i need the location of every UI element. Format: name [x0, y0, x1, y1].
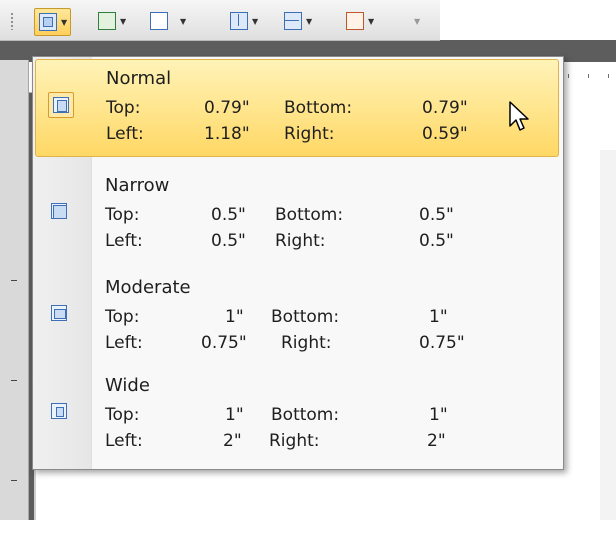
left-value: 0.5": [211, 231, 246, 251]
margin-preset-icon: [51, 305, 67, 321]
margin-preset-title: Narrow: [105, 175, 170, 196]
bottom-label: Bottom:: [271, 405, 340, 425]
page-margins-icon: [39, 13, 57, 31]
screenshot-scene: ▼ ▼ ▼ ▼ ▼ ▼ ▼ Normal Top: 0.79" Bottom: …: [0, 0, 616, 533]
margin-preset-icon-frame: [47, 301, 73, 327]
page-edge: [600, 150, 616, 530]
margin-preset-icon: [53, 97, 69, 113]
right-value: 0.5": [419, 231, 454, 251]
top-label: Top:: [105, 405, 140, 425]
left-label: Left:: [106, 124, 144, 144]
bottom-label: Bottom:: [284, 98, 353, 118]
breaks-button[interactable]: ▼: [280, 8, 315, 34]
ruler-tick: [11, 280, 17, 281]
bottom-value: 1": [429, 307, 448, 327]
bottom-value: 1": [429, 405, 448, 425]
top-value: 0.79": [204, 98, 250, 118]
top-value: 0.5": [211, 205, 246, 225]
margins-option-wide[interactable]: Wide Top: 1" Bottom: 1" Left: 2" Right: …: [35, 367, 559, 465]
margin-preset-icon-selected: [48, 92, 74, 118]
right-label: Right:: [269, 431, 320, 451]
bottom-label: Bottom:: [271, 307, 340, 327]
right-label: Right:: [275, 231, 326, 251]
page-size-icon: [150, 12, 168, 30]
margin-preset-icon-frame: [47, 199, 73, 225]
left-label: Left:: [105, 431, 143, 451]
ruler-tick: [11, 380, 17, 381]
top-value: 1": [225, 307, 244, 327]
columns-icon: [230, 12, 248, 30]
right-value: 0.75": [419, 333, 465, 353]
margin-preset-title: Normal: [106, 68, 172, 89]
chevron-down-icon: ▼: [61, 17, 68, 27]
chevron-down-icon: ▼: [306, 16, 313, 26]
torn-edge: [0, 520, 616, 533]
chevron-down-icon: ▼: [368, 16, 375, 26]
orientation-icon: [98, 12, 116, 30]
margin-preset-icon: [51, 203, 67, 219]
right-value: 0.59": [422, 124, 468, 144]
margins-option-normal[interactable]: Normal Top: 0.79" Bottom: 0.79" Left: 1.…: [35, 59, 559, 157]
bottom-label: Bottom:: [275, 205, 344, 225]
margins-option-narrow[interactable]: Narrow Top: 0.5" Bottom: 0.5" Left: 0.5"…: [35, 167, 559, 265]
top-value: 1": [225, 405, 244, 425]
right-value: 2": [427, 431, 446, 451]
left-label: Left:: [105, 231, 143, 251]
left-value: 0.75": [201, 333, 247, 353]
chevron-down-icon: ▼: [120, 16, 127, 26]
toolbar-grip[interactable]: [10, 12, 14, 30]
mouse-pointer-icon: [509, 101, 529, 131]
page-margins-button[interactable]: ▼: [34, 8, 72, 36]
top-label: Top:: [105, 307, 140, 327]
chevron-down-icon: ▼: [414, 16, 421, 26]
chevron-down-icon: ▼: [252, 16, 259, 26]
right-label: Right:: [281, 333, 332, 353]
margin-preset-icon-frame: [47, 399, 73, 425]
right-label: Right:: [284, 124, 335, 144]
orientation-button[interactable]: ▼: [94, 8, 129, 34]
margin-preset-title: Wide: [105, 375, 150, 396]
bottom-value: 0.79": [422, 98, 468, 118]
toolbar-overflow-button[interactable]: ▼: [410, 8, 423, 34]
breaks-icon: [284, 12, 302, 30]
left-value: 2": [223, 431, 242, 451]
margin-preset-icon: [51, 403, 67, 419]
top-label: Top:: [106, 98, 141, 118]
ruler-tick: [11, 480, 17, 481]
top-label: Top:: [105, 205, 140, 225]
vertical-ruler[interactable]: [0, 60, 29, 533]
left-label: Left:: [105, 333, 143, 353]
bottom-value: 0.5": [419, 205, 454, 225]
margins-dropdown-menu: Normal Top: 0.79" Bottom: 0.79" Left: 1.…: [32, 56, 564, 470]
line-numbers-button[interactable]: ▼: [342, 8, 377, 34]
chevron-down-icon: ▼: [180, 16, 187, 26]
size-button[interactable]: ▼: [146, 8, 189, 34]
left-value: 1.18": [204, 124, 250, 144]
page-layout-toolbar: ▼ ▼ ▼ ▼ ▼ ▼ ▼: [0, 0, 440, 41]
margin-preset-title: Moderate: [105, 277, 191, 298]
columns-button[interactable]: ▼: [226, 8, 261, 34]
line-numbers-icon: [346, 12, 364, 30]
margins-option-moderate[interactable]: Moderate Top: 1" Bottom: 1" Left: 0.75" …: [35, 269, 559, 367]
